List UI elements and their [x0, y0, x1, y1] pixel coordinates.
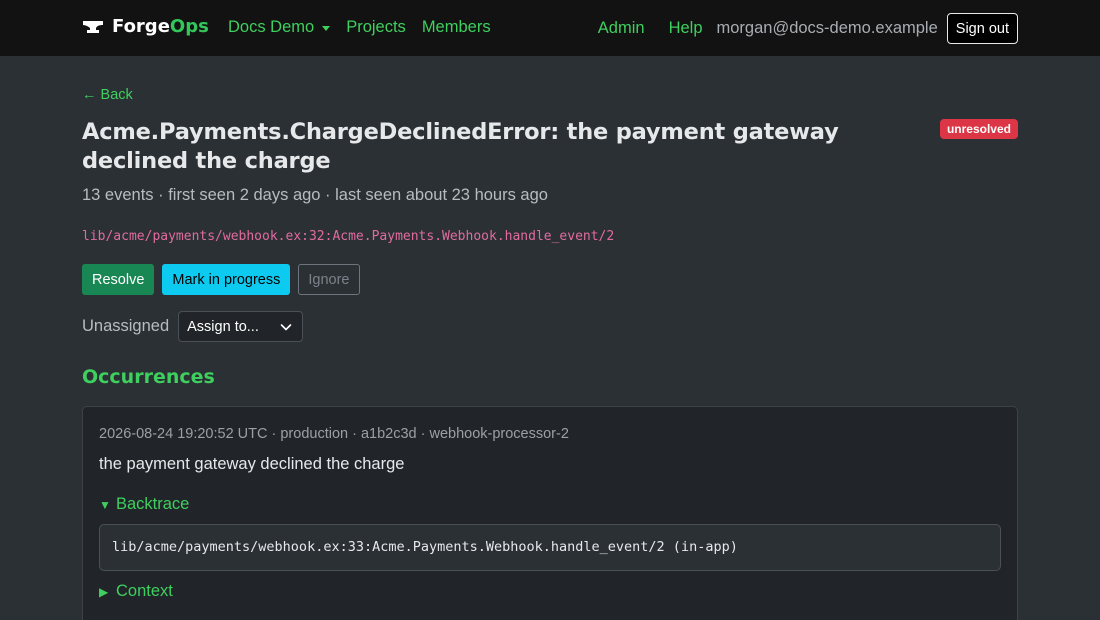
nav-members-link[interactable]: Members — [422, 18, 491, 37]
user-email: morgan@docs-demo.example — [716, 19, 938, 37]
mark-in-progress-button[interactable]: Mark in progress — [162, 264, 291, 295]
chevron-down-icon — [280, 323, 292, 330]
sign-out-button[interactable]: Sign out — [946, 13, 1018, 44]
nav-left: Docs Demo Projects Members — [228, 18, 491, 37]
triangle-right-icon: ▶ — [99, 584, 109, 599]
status-badge: unresolved — [939, 119, 1018, 139]
assignee-label: Unassigned — [82, 317, 170, 335]
nav-projects-link[interactable]: Projects — [346, 18, 406, 37]
back-link[interactable]: ← Back — [82, 87, 133, 103]
page-title: Acme.Payments.ChargeDeclinedError: the p… — [82, 119, 839, 174]
backtrace-line: lib/acme/payments/webhook.ex:33:Acme.Pay… — [112, 539, 738, 555]
nav-admin-link[interactable]: Admin — [598, 19, 645, 38]
ignore-button[interactable]: Ignore — [298, 264, 360, 295]
error-meta: 13 events · first seen 2 days ago · last… — [82, 186, 548, 204]
backtrace-label: Backtrace — [116, 495, 190, 513]
occurrence-meta: 2026-08-24 19:20:52 UTC · production · a… — [99, 426, 569, 442]
assign-select-value: Assign to... — [187, 318, 259, 335]
occurrences-heading: Occurrences — [82, 366, 215, 388]
brand-name-ops: Ops — [169, 16, 209, 37]
occurrence-card: 2026-08-24 19:20:52 UTC · production · a… — [82, 406, 1018, 620]
project-dropdown-label: Docs Demo — [228, 18, 315, 36]
backtrace-box: lib/acme/payments/webhook.ex:33:Acme.Pay… — [99, 524, 1001, 571]
project-dropdown[interactable]: Docs Demo — [228, 18, 331, 37]
assignment-row: Unassigned Assign to... — [82, 311, 304, 342]
caret-down-icon — [322, 26, 331, 31]
action-buttons: Resolve Mark in progress Ignore — [82, 264, 360, 295]
context-toggle[interactable]: ▶ Context — [99, 582, 173, 601]
nav-right: Admin Help morgan@docs-demo.example Sign… — [598, 13, 1018, 44]
brand-logo[interactable]: ForgeOps — [82, 16, 209, 37]
context-label: Context — [116, 582, 173, 600]
culprit-location: lib/acme/payments/webhook.ex:32:Acme.Pay… — [82, 229, 615, 244]
resolve-button[interactable]: Resolve — [82, 264, 155, 295]
triangle-down-icon: ▼ — [99, 497, 111, 512]
nav-help-link[interactable]: Help — [669, 19, 703, 38]
backtrace-toggle[interactable]: ▼ Backtrace — [99, 495, 189, 514]
assign-select[interactable]: Assign to... — [178, 311, 304, 342]
occurrence-message: the payment gateway declined the charge — [99, 455, 405, 473]
brand-name-forge: Forge — [112, 16, 170, 37]
anvil-icon — [83, 20, 103, 33]
top-navbar: ForgeOps Docs Demo Projects Members Admi… — [0, 0, 1100, 56]
